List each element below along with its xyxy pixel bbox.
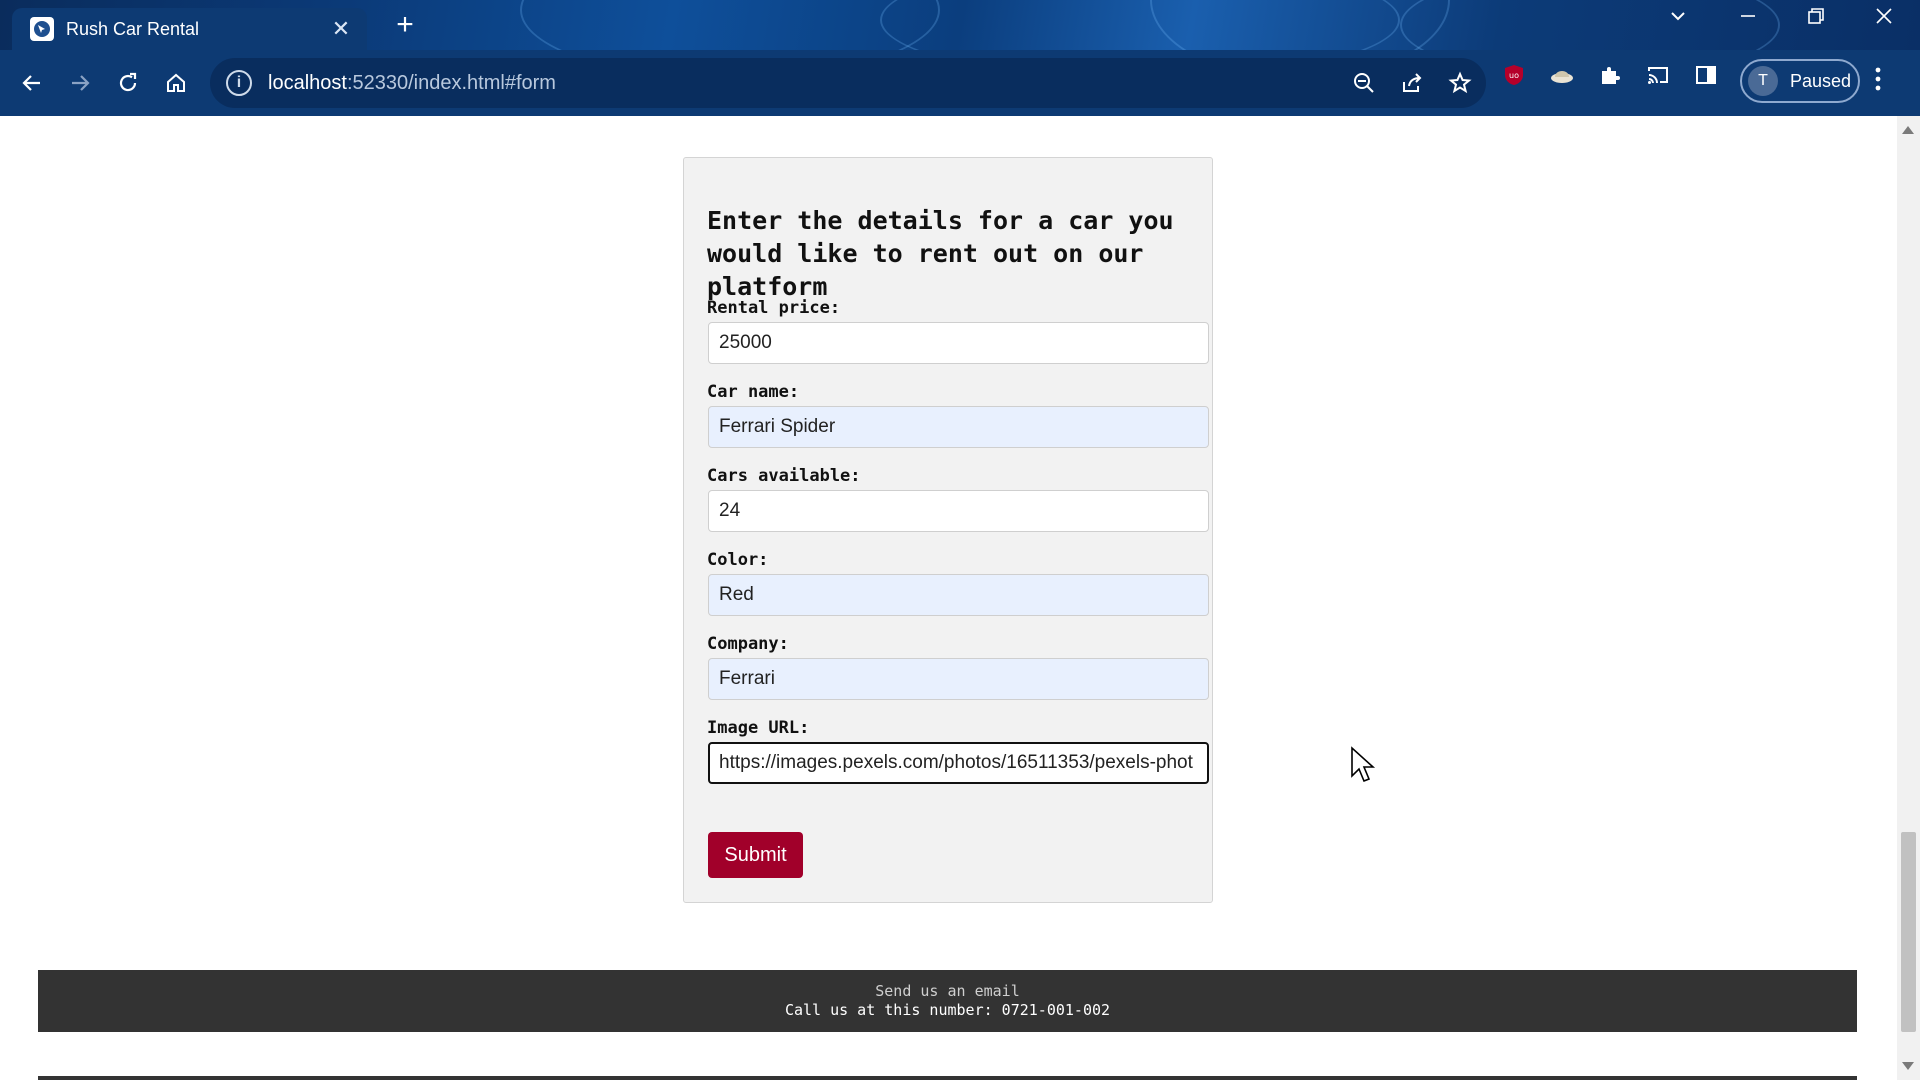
tab-close-icon[interactable]: ✕: [329, 16, 353, 42]
zoom-out-icon[interactable]: [1350, 69, 1378, 97]
page-content: Enter the details for a car you would li…: [0, 116, 1900, 1080]
url-path: :52330/index.html#form: [346, 71, 556, 94]
cars-available-input[interactable]: 24: [708, 490, 1209, 532]
rental-price-input[interactable]: 25000: [708, 322, 1209, 364]
footer-divider: [38, 1076, 1857, 1080]
rental-price-label: Rental price:: [707, 298, 841, 318]
url-host: localhost: [268, 71, 347, 94]
color-label: Color:: [707, 550, 769, 570]
image-url-input[interactable]: https://images.pexels.com/photos/1651135…: [708, 742, 1209, 784]
ublock-extension-icon[interactable]: uo: [1500, 61, 1528, 89]
mouse-cursor-icon: [1350, 746, 1376, 789]
tab-strip: Rush Car Rental ✕ +: [0, 0, 1920, 50]
profile-button[interactable]: T Paused: [1740, 59, 1860, 103]
page-scrollbar[interactable]: [1897, 116, 1920, 1080]
svg-text:uo: uo: [1509, 71, 1519, 80]
company-label: Company:: [707, 634, 789, 654]
profile-status: Paused: [1790, 70, 1852, 91]
bookmark-star-icon[interactable]: [1446, 69, 1474, 97]
address-bar[interactable]: i localhost:52330/index.html#form: [210, 58, 1486, 108]
restore-icon[interactable]: [1806, 6, 1826, 32]
new-tab-button[interactable]: +: [385, 8, 425, 42]
extensions-puzzle-icon[interactable]: [1596, 61, 1624, 89]
extension-hat-icon[interactable]: [1548, 61, 1576, 89]
side-panel-icon[interactable]: [1692, 61, 1720, 89]
cast-icon[interactable]: [1644, 61, 1672, 89]
scrollbar-thumb[interactable]: [1901, 832, 1916, 1032]
close-window-icon[interactable]: [1874, 6, 1894, 32]
submit-button[interactable]: Submit: [708, 832, 803, 878]
company-input[interactable]: Ferrari: [708, 658, 1209, 700]
car-name-label: Car name:: [707, 382, 800, 402]
reload-icon[interactable]: [106, 61, 150, 105]
scroll-up-icon[interactable]: [1902, 126, 1914, 134]
active-tab[interactable]: Rush Car Rental ✕: [12, 8, 367, 50]
footer: Send us an email Call us at this number:…: [38, 970, 1857, 1032]
avatar: T: [1748, 66, 1778, 96]
car-name-input[interactable]: Ferrari Spider: [708, 406, 1209, 448]
back-icon[interactable]: [10, 61, 54, 105]
footer-email-link[interactable]: Send us an email: [38, 982, 1857, 1001]
minimize-icon[interactable]: [1738, 6, 1758, 32]
home-icon[interactable]: [154, 61, 198, 105]
forward-icon[interactable]: [58, 61, 102, 105]
image-url-label: Image URL:: [707, 718, 810, 738]
cars-available-label: Cars available:: [707, 466, 861, 486]
tab-search-chevron-icon[interactable]: [1668, 6, 1688, 32]
share-icon[interactable]: [1398, 69, 1426, 97]
car-form: Enter the details for a car you would li…: [683, 157, 1213, 903]
color-input[interactable]: Red: [708, 574, 1209, 616]
footer-phone-text: Call us at this number: 0721-001-002: [784, 1001, 1111, 1019]
site-favicon-icon: [30, 17, 54, 41]
browser-menu-icon[interactable]: [1874, 66, 1882, 98]
form-heading: Enter the details for a car you would li…: [707, 206, 1174, 301]
tab-title: Rush Car Rental: [66, 18, 200, 39]
scroll-down-icon[interactable]: [1902, 1062, 1914, 1070]
site-info-icon[interactable]: i: [226, 70, 252, 96]
browser-toolbar: i localhost:52330/index.html#form uo T …: [0, 50, 1920, 116]
